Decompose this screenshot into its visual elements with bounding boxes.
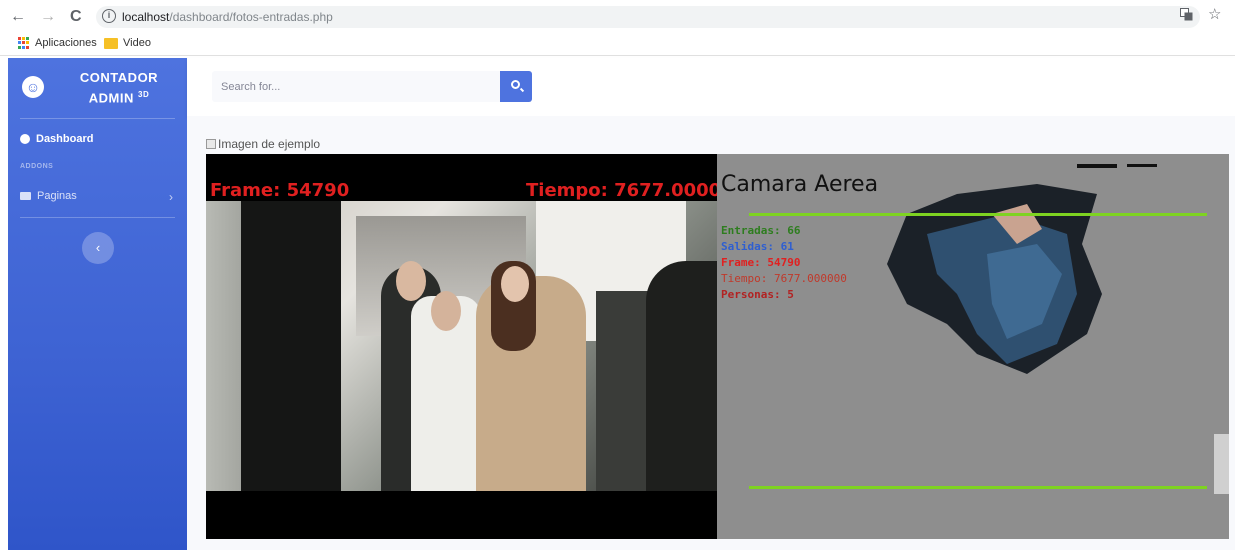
aerial-camera-title: Camara Aerea — [721, 172, 879, 197]
bookmark-video[interactable]: Video — [104, 37, 151, 49]
brand-line1: CONTADOR — [79, 70, 159, 85]
reload-button[interactable]: C — [70, 8, 82, 26]
personas-stat: Personas: 5 — [721, 288, 794, 301]
broken-image-placeholder: Imagen de ejemplo — [206, 137, 320, 151]
sidebar-item-paginas[interactable]: Paginas — [20, 190, 77, 202]
aerial-depth-fragment — [1127, 164, 1157, 167]
frame-stat: Frame: 54790 — [721, 256, 801, 269]
aerial-depth-fragment — [1077, 164, 1117, 168]
chevron-right-icon[interactable]: › — [169, 190, 173, 204]
bookmark-aplicaciones[interactable]: Aplicaciones — [18, 37, 97, 49]
aerial-depth-fragment — [1214, 434, 1229, 494]
sidebar-toggle-button[interactable]: ‹ — [82, 232, 114, 264]
forward-button[interactable]: → — [40, 8, 56, 26]
counting-line-bottom — [749, 486, 1207, 489]
bookmarks-bar: Aplicaciones Video — [0, 34, 1235, 56]
back-button[interactable]: ← — [10, 8, 26, 26]
search-button[interactable] — [500, 71, 532, 102]
topbar — [187, 58, 1235, 116]
url-host: localhost — [122, 10, 170, 24]
folder-icon — [20, 192, 31, 200]
sidebar-item-dashboard[interactable]: Dashboard — [20, 133, 93, 145]
apps-grid-icon — [18, 37, 30, 49]
address-bar[interactable]: i localhost/dashboard/fotos-entradas.php — [96, 6, 1200, 28]
bookmark-label: Video — [123, 37, 151, 49]
tiempo-text: Tiempo: 7677.000000 — [526, 180, 717, 201]
camera-scene-image — [206, 201, 717, 491]
sidebar-item-label: Paginas — [37, 190, 77, 202]
sidebar-heading-addons: ADDONS — [20, 163, 54, 170]
camera-feed-entrance: Frame: 54790 Tiempo: 7677.000000 — [206, 154, 717, 539]
tiempo-stat: Tiempo: 7677.000000 — [721, 272, 847, 285]
tachometer-icon — [20, 134, 30, 144]
frame-counter-text: Frame: 54790 — [210, 180, 350, 201]
sidebar: ☺ CONTADOR ADMIN 3D Dashboard ADDONS Pag… — [8, 58, 187, 550]
image-alt-text: Imagen de ejemplo — [218, 137, 321, 151]
aerial-depth-blob — [867, 174, 1107, 384]
info-icon[interactable]: i — [102, 9, 116, 23]
bookmark-label: Aplicaciones — [35, 37, 97, 49]
translate-icon[interactable] — [1180, 8, 1193, 24]
sidebar-divider — [20, 118, 175, 119]
brand-line2-wrap: ADMIN 3D — [64, 86, 174, 106]
sidebar-item-label: Dashboard — [36, 133, 94, 145]
entradas-stat: Entradas: 66 — [721, 224, 801, 237]
sidebar-brand[interactable]: ☺ CONTADOR ADMIN 3D — [8, 58, 187, 114]
camera-feed-aerial: Camara Aerea Entradas: 66 Salidas: 61 Fr… — [717, 154, 1229, 539]
url-text: localhost/dashboard/fotos-entradas.php — [122, 10, 333, 24]
browser-toolbar: ← → C i localhost/dashboard/fotos-entrad… — [0, 0, 1235, 34]
brand-sup: 3D — [138, 90, 150, 99]
url-path: /dashboard/fotos-entradas.php — [169, 10, 333, 24]
sidebar-divider — [20, 217, 175, 218]
laugh-wink-icon: ☺ — [22, 76, 44, 98]
counting-line-top — [749, 213, 1207, 216]
search-icon — [511, 80, 520, 89]
bookmark-star-icon[interactable]: ☆ — [1208, 5, 1221, 23]
salidas-stat: Salidas: 61 — [721, 240, 794, 253]
brand-line2: ADMIN — [88, 90, 134, 106]
folder-icon — [104, 37, 118, 49]
broken-image-icon — [206, 139, 216, 149]
search-input[interactable] — [212, 71, 500, 102]
brand-text: CONTADOR ADMIN 3D — [64, 69, 174, 106]
